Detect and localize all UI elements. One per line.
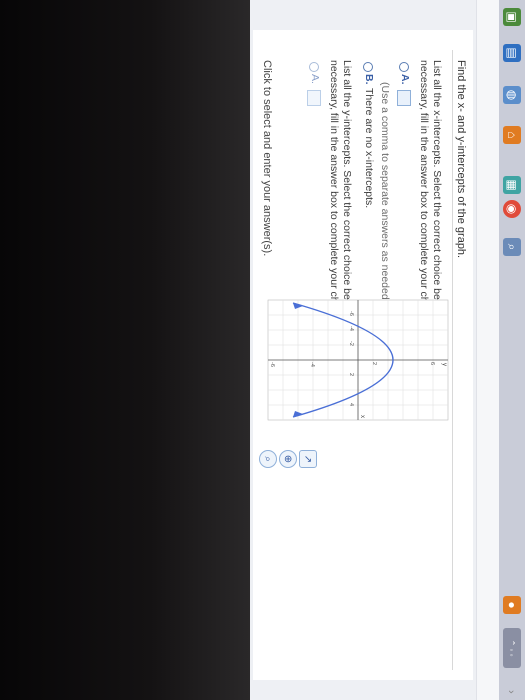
x-choice-a-hint: (Use a comma to separate answers as need… [379, 82, 391, 307]
x-choice-a-radio[interactable] [399, 62, 409, 72]
question-title: Find the x- and y-intercepts of the grap… [455, 60, 467, 259]
external-link-icon[interactable]: ↗ [299, 450, 317, 468]
store-icon[interactable]: ▦ [503, 176, 521, 194]
browser-strip [476, 0, 499, 700]
tick-label: 2 [371, 362, 377, 365]
y-instruction-line2: necessary, fill in the answer box to com… [328, 60, 340, 325]
home-icon[interactable]: ⌂ [503, 126, 521, 144]
taskbar: ▣ ▤ ◍ ⌂ ▦ ◉ ⌕ ● ⌃ ◦ ◦ [498, 0, 525, 700]
search-icon[interactable]: ⊕ [279, 450, 297, 468]
tray-icon[interactable]: ● [503, 596, 521, 614]
y-axis-label: y [441, 363, 447, 366]
x-instruction-line2: necessary, fill in the answer box to com… [418, 60, 430, 325]
edge-icon[interactable]: ◍ [503, 86, 521, 104]
screen: ▣ ▤ ◍ ⌂ ▦ ◉ ⌕ ● ⌃ ◦ ◦ Find the x- and y-… [250, 0, 525, 700]
x-choice-b-text: There are no x-intercepts. [363, 88, 375, 209]
rotated-screen-content: ▣ ▤ ◍ ⌂ ▦ ◉ ⌕ ● ⌃ ◦ ◦ Find the x- and y-… [250, 0, 525, 700]
x-axis-label: x [359, 415, 365, 418]
search-icon[interactable]: ⌕ [503, 238, 521, 256]
question-panel: Find the x- and y-intercepts of the grap… [253, 30, 473, 680]
tick-label: -6 [269, 362, 275, 367]
system-tray[interactable]: ⌃ ◦ ◦ [503, 628, 521, 668]
tick-label: -4 [309, 362, 315, 367]
tick-label: -4 [348, 326, 354, 331]
y-choice-a-radio[interactable] [309, 62, 319, 72]
monitor-bezel [0, 0, 250, 700]
x-choice-b-label: B. [363, 74, 375, 85]
y-choice-a-label: A. [309, 74, 321, 84]
tick-label: -6 [348, 311, 354, 316]
app-icon[interactable]: ▣ [503, 8, 521, 26]
x-choice-a-label: A. [399, 74, 411, 85]
tick-label: -2 [348, 341, 354, 346]
tick-label: 2 [348, 373, 354, 376]
footer-instruction: Click to select and enter your answer(s)… [261, 60, 273, 257]
tick-label: 4 [348, 403, 354, 406]
next-arrow-icon[interactable]: › [505, 690, 517, 694]
graph: x y 6 2 -6 -4 -2 2 4 -4 -6 [263, 295, 453, 425]
zoom-icon[interactable]: ⌕ [259, 450, 277, 468]
x-intercepts-answer-box[interactable] [397, 90, 411, 106]
file-explorer-icon[interactable]: ▤ [503, 44, 521, 62]
chrome-icon[interactable]: ◉ [503, 200, 521, 218]
graph-svg: x y 6 2 -6 -4 -2 2 4 -4 -6 [267, 299, 449, 421]
y-intercepts-answer-box[interactable] [307, 90, 321, 106]
x-choice-b-radio[interactable] [363, 62, 373, 72]
tick-label: 6 [429, 362, 435, 365]
